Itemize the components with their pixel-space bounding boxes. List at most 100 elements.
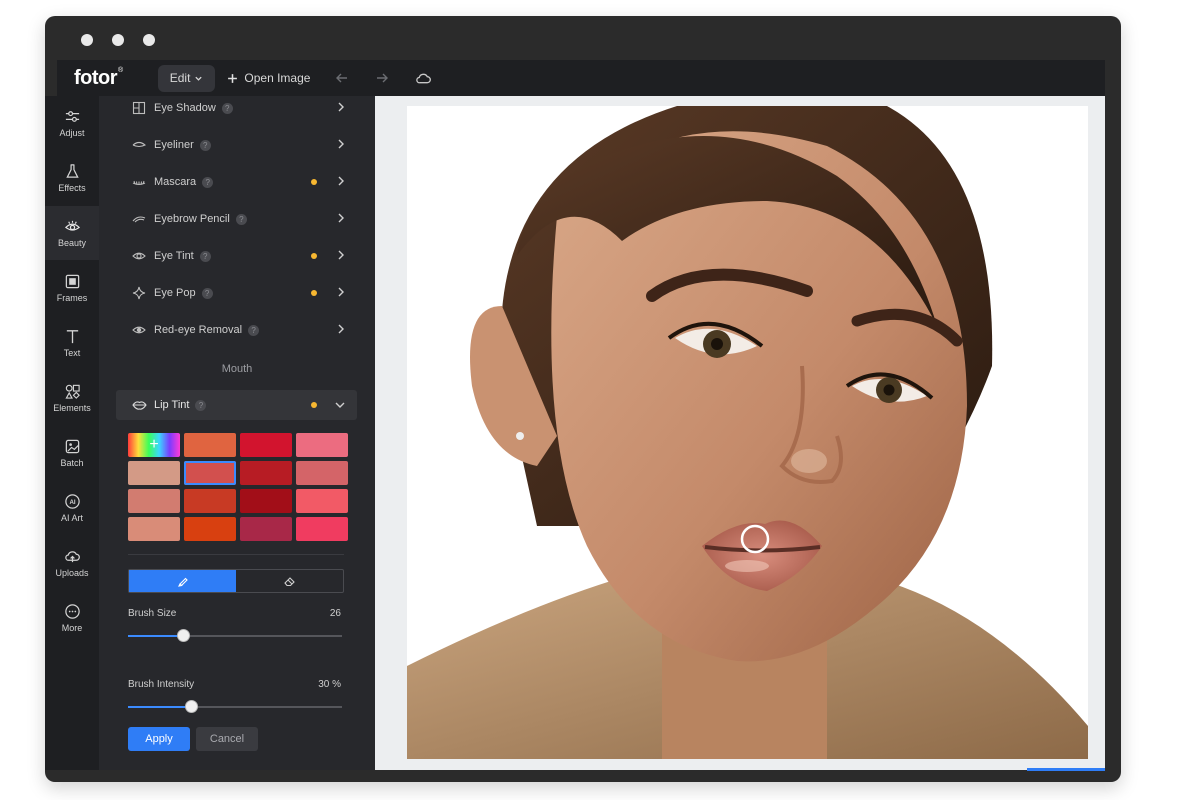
redo-icon[interactable]: [375, 71, 389, 85]
sidebar-item-label: Effects: [58, 183, 86, 193]
edit-label: Edit: [169, 71, 191, 85]
undo-icon[interactable]: [335, 71, 349, 85]
open-image-label: Open Image: [244, 71, 311, 85]
sidebar-item-effects[interactable]: Effects: [45, 151, 99, 205]
help-icon[interactable]: ?: [221, 102, 233, 114]
sidebar-item-ai-art[interactable]: AI AI Art: [45, 481, 99, 535]
slider-fill: [128, 706, 192, 708]
tool-label: Eye Tint: [154, 250, 194, 262]
color-swatch[interactable]: [240, 517, 292, 541]
color-swatch[interactable]: [296, 517, 348, 541]
lips-icon: [131, 397, 147, 413]
color-swatch[interactable]: [240, 461, 292, 485]
brush-icon: [177, 577, 188, 587]
sidebar-item-label: Elements: [53, 403, 91, 413]
brush-intensity-slider[interactable]: [128, 700, 342, 713]
chevron-right-icon: [337, 286, 345, 300]
chevron-down-icon[interactable]: [335, 398, 345, 412]
brush-size-slider[interactable]: [128, 629, 342, 642]
eraser-mode-button[interactable]: [236, 570, 343, 592]
sidebar-item-label: Batch: [60, 458, 84, 468]
sidebar-item-more[interactable]: More: [45, 591, 99, 645]
tool-mascara[interactable]: Mascara?: [131, 172, 345, 192]
sidebar-item-frames[interactable]: Frames: [45, 261, 99, 315]
maximize-dot[interactable]: [143, 34, 155, 46]
color-swatch[interactable]: [296, 489, 348, 513]
help-icon[interactable]: ?: [248, 324, 260, 336]
flask-icon: [65, 164, 79, 178]
color-swatch[interactable]: [240, 489, 292, 513]
eye-shadow-icon: [131, 100, 147, 116]
color-swatch[interactable]: [184, 489, 236, 513]
tool-label: Mascara: [154, 176, 197, 188]
tool-label: Eye Pop: [154, 287, 196, 299]
tool-eyebrow-pencil[interactable]: Eyebrow Pencil?: [131, 209, 345, 229]
shapes-icon: [64, 384, 80, 399]
sidebar-item-uploads[interactable]: Uploads: [45, 536, 99, 590]
fotor-logo: fotor®: [74, 66, 123, 89]
sidebar-item-elements[interactable]: Elements: [45, 371, 99, 425]
eraser-icon: [284, 577, 295, 587]
chevron-right-icon: [337, 249, 345, 263]
help-icon[interactable]: ?: [202, 176, 214, 188]
sliders-icon: [65, 111, 79, 122]
sidebar-item-label: More: [61, 623, 83, 633]
sidebar-item-beauty[interactable]: Beauty: [45, 206, 99, 260]
tool-eyeliner[interactable]: Eyeliner?: [131, 135, 345, 155]
help-icon[interactable]: ?: [235, 213, 247, 225]
sidebar-item-batch[interactable]: Batch: [45, 426, 99, 480]
ai-icon: AI: [64, 494, 80, 509]
chevron-right-icon: [337, 323, 345, 337]
apply-button[interactable]: Apply: [128, 727, 190, 751]
close-dot[interactable]: [81, 34, 93, 46]
app-window: fotor® Edit Open Image Adjust Effects Be…: [45, 16, 1121, 782]
brush-mode-button[interactable]: [129, 570, 236, 592]
custom-color-swatch[interactable]: +: [128, 433, 180, 457]
window-controls: [81, 34, 155, 46]
sidebar-item-label: Adjust: [59, 128, 85, 138]
tool-eye-shadow[interactable]: Eye Shadow?: [131, 98, 345, 118]
color-swatch[interactable]: [128, 461, 180, 485]
edit-menu-button[interactable]: Edit: [157, 64, 216, 92]
minimize-dot[interactable]: [112, 34, 124, 46]
tool-label: Eye Shadow: [154, 102, 216, 114]
help-icon[interactable]: ?: [199, 139, 211, 151]
slider-handle[interactable]: [177, 629, 190, 642]
color-swatch[interactable]: [184, 517, 236, 541]
tool-lip-tint[interactable]: Lip Tint?: [131, 395, 345, 415]
chevron-right-icon: [337, 212, 345, 226]
cloud-icon[interactable]: [415, 71, 432, 85]
applied-status-dot: [311, 402, 317, 408]
color-swatch[interactable]: [296, 433, 348, 457]
open-image-button[interactable]: Open Image: [227, 71, 310, 85]
mascara-icon: [131, 174, 147, 190]
slider-handle[interactable]: [185, 700, 198, 713]
sidebar-item-text[interactable]: Text: [45, 316, 99, 370]
tool-label: Lip Tint: [154, 399, 190, 411]
color-swatch[interactable]: [128, 489, 180, 513]
chevron-down-icon: [195, 76, 203, 81]
help-icon[interactable]: ?: [201, 287, 213, 299]
help-icon[interactable]: ?: [195, 399, 207, 411]
color-swatch[interactable]: [296, 461, 348, 485]
applied-status-dot: [311, 290, 317, 296]
color-swatch[interactable]: [240, 433, 292, 457]
sidebar-item-adjust[interactable]: Adjust: [45, 96, 99, 150]
help-icon[interactable]: ?: [199, 250, 211, 262]
color-swatch[interactable]: [184, 461, 236, 485]
tool-red-eye-removal[interactable]: Red-eye Removal?: [131, 320, 345, 340]
color-swatch[interactable]: [128, 517, 180, 541]
portrait-photo[interactable]: [407, 106, 1088, 759]
canvas-scrollbar[interactable]: [1027, 768, 1105, 771]
top-toolbar: fotor® Edit Open Image: [57, 60, 1105, 96]
cancel-button[interactable]: Cancel: [196, 727, 258, 751]
divider: [128, 554, 344, 555]
tool-eye-pop[interactable]: Eye Pop?: [131, 283, 345, 303]
brush-size-label: Brush Size: [128, 608, 177, 619]
tool-eye-tint[interactable]: Eye Tint?: [131, 246, 345, 266]
color-swatch[interactable]: [184, 433, 236, 457]
eye-icon: [64, 220, 80, 231]
more-icon: [64, 604, 80, 619]
sidebar-item-label: AI Art: [60, 513, 83, 523]
editor-canvas[interactable]: [375, 96, 1105, 770]
